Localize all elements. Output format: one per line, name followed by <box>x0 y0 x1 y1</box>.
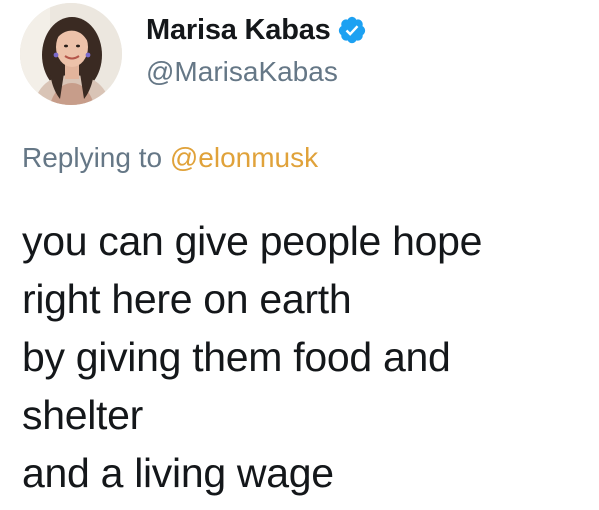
reply-mention-link[interactable]: @elonmusk <box>170 142 318 173</box>
tweet-text-line: right here on earth <box>22 276 352 322</box>
tweet-text-line: shelter <box>22 392 143 438</box>
display-name[interactable]: Marisa Kabas <box>146 14 331 47</box>
verified-badge-icon <box>337 15 367 45</box>
replying-to-line: Replying to @elonmusk <box>22 142 318 174</box>
tweet-text: you can give people hope right here on e… <box>22 212 582 502</box>
tweet-text-line: you can give people hope <box>22 218 483 264</box>
replying-to-label: Replying to <box>22 142 170 173</box>
author-handle[interactable]: @MarisaKabas <box>146 56 338 88</box>
tweet-text-line: by giving them food and <box>22 334 451 380</box>
tweet-card: Marisa Kabas @MarisaKabas Replying to @e… <box>0 0 599 510</box>
author-name-row: Marisa Kabas <box>146 12 367 48</box>
tweet-text-line: and a living wage <box>22 450 334 496</box>
avatar[interactable] <box>20 3 122 105</box>
